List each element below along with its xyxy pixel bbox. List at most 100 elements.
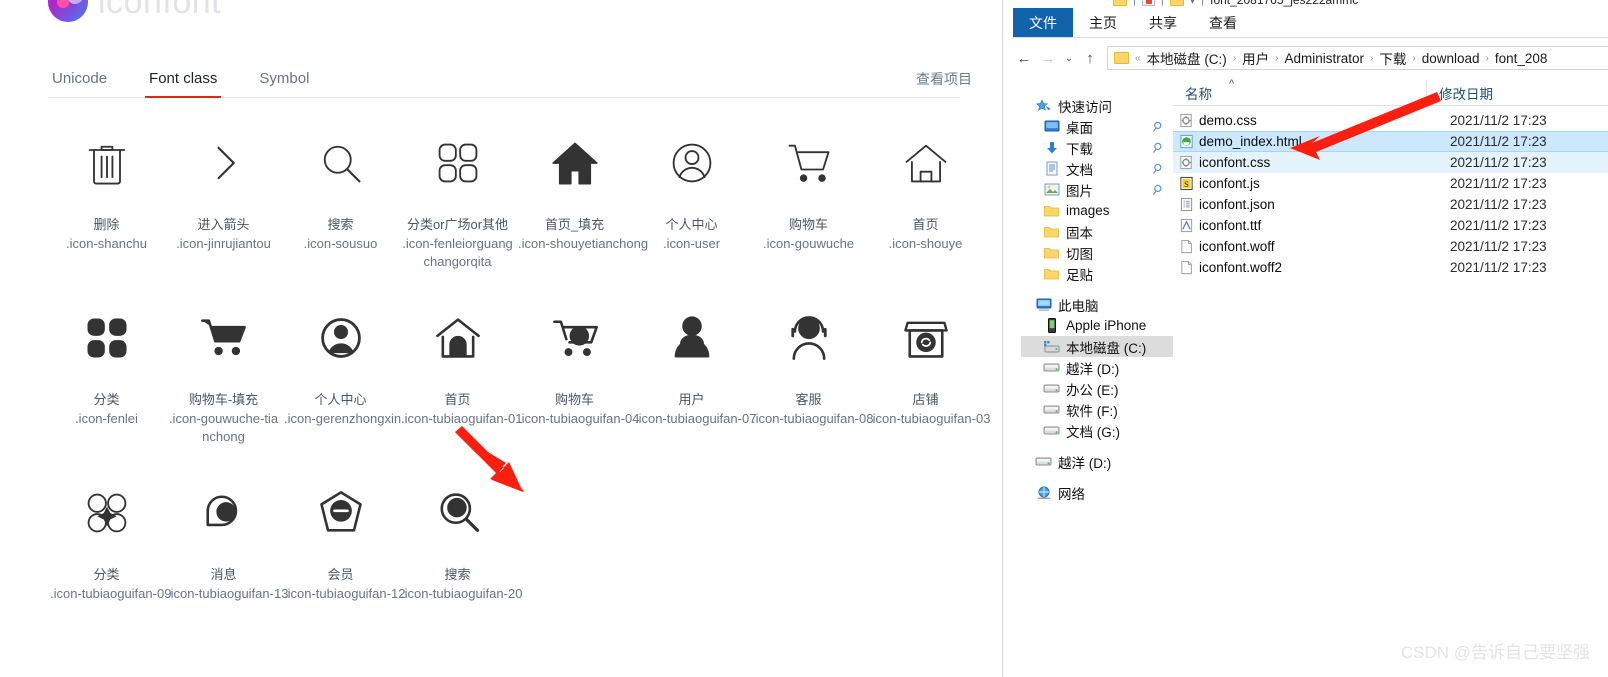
tab-font-class[interactable]: Font class (145, 70, 222, 98)
file-modified-date: 2021/11/2 17:23 (1450, 155, 1547, 170)
download-icon (1043, 140, 1060, 155)
icon-cell[interactable]: 客服 .icon-tubiaoguifan-08 (750, 287, 873, 462)
file-list: demo.css 2021/11/2 17:23 demo_index.html 20… (1173, 110, 1608, 278)
up-icon[interactable]: ↑ (1079, 47, 1101, 69)
icon-class-name[interactable]: .icon-tubiaoguifan-08 (752, 410, 873, 428)
pin-placeholder (1149, 263, 1165, 284)
pin-gap (1149, 284, 1165, 294)
icon-cell[interactable]: 首页 .icon-tubiaoguifan-01 (399, 287, 522, 462)
icon-class-name[interactable]: .icon-tubiaoguifan-09 (50, 585, 171, 603)
chevron-down-icon[interactable]: ▾ (1190, 0, 1196, 7)
icon-cell[interactable]: 会员 .icon-tubiaoguifan-12 (282, 462, 405, 637)
column-header-name[interactable]: 名称 (1173, 83, 1426, 103)
view-project-link[interactable]: 查看项目 (916, 69, 972, 89)
file-name: iconfont.ttf (1199, 218, 1262, 233)
icon-cell[interactable]: 进入箭头 .icon-jinrujiantou (165, 112, 282, 287)
back-icon[interactable]: ← (1013, 47, 1035, 69)
icon-label: 首页 (912, 217, 939, 232)
icon-cell[interactable]: 首页_填充 .icon-shouyetianchong (516, 112, 648, 287)
breadcrumb-segment[interactable]: 本地磁盘 (C:) (1147, 48, 1227, 68)
breadcrumb-chevron-icon[interactable]: › (1370, 53, 1373, 64)
file-row[interactable]: iconfont.woff 2021/11/2 17:23 (1173, 236, 1608, 257)
icon-class-name[interactable]: .icon-shouye (869, 235, 982, 253)
tab-symbol[interactable]: Symbol (255, 70, 313, 97)
ribbon-tab-home[interactable]: 主页 (1073, 8, 1133, 37)
icon-cell[interactable]: 首页 .icon-shouye (867, 112, 984, 287)
file-row[interactable]: iconfont.woff2 2021/11/2 17:23 (1173, 257, 1608, 278)
breadcrumb-chevron-icon[interactable]: › (1233, 53, 1236, 64)
icon-cell[interactable]: 搜索 .icon-sousuo (282, 112, 399, 287)
file-row[interactable]: iconfont.json 2021/11/2 17:23 (1173, 194, 1608, 215)
breadcrumb-chevron-icon[interactable]: › (1486, 53, 1489, 64)
icon-class-name[interactable]: .icon-user (635, 235, 748, 253)
address-bar[interactable]: « 本地磁盘 (C:) › 用户 › Administrator › 下载 › download… (1107, 46, 1608, 70)
icon-cell[interactable]: 用户 .icon-tubiaoguifan-07 (633, 287, 756, 462)
icon-class-name[interactable]: .icon-tubiaoguifan-20 (401, 585, 522, 603)
breadcrumb-segment[interactable]: 用户 (1242, 48, 1269, 68)
pin-gap (1149, 441, 1165, 451)
icon-class-name[interactable]: .icon-gouwuche (752, 235, 865, 253)
icon-label: 搜索 (444, 567, 471, 582)
icon-class-name[interactable]: .icon-sousuo (284, 235, 397, 253)
icon-class-name[interactable]: .icon-tubiaoguifan-04 (518, 410, 639, 428)
breadcrumb-segment[interactable]: Administrator (1285, 51, 1365, 66)
file-row[interactable]: iconfont.css 2021/11/2 17:23 (1173, 152, 1608, 173)
icon-class-name[interactable]: .icon-jinrujiantou (167, 235, 280, 253)
icon-class-name[interactable]: .icon-gerenzhongxin (284, 410, 401, 428)
icon-class-name[interactable]: .icon-fenlei (50, 410, 163, 428)
icon-cell[interactable]: 搜索 .icon-tubiaoguifan-20 (399, 462, 522, 637)
icon-cell[interactable]: 购物车 .icon-gouwuche (750, 112, 867, 287)
icon-class-name[interactable]: .icon-tubiaoguifan-03 (869, 410, 990, 428)
home-outline-icon (895, 132, 957, 194)
icon-cell[interactable]: 删除 .icon-shanchu (48, 112, 165, 287)
file-row[interactable]: demo.css 2021/11/2 17:23 (1173, 110, 1608, 131)
breadcrumb-segment[interactable]: 下载 (1379, 48, 1406, 68)
file-row[interactable]: iconfont.ttf 2021/11/2 17:23 (1173, 215, 1608, 236)
pin-placeholder (1149, 294, 1165, 315)
icon-cell[interactable]: 消息 .icon-tubiaoguifan-13 (165, 462, 288, 637)
icon-class-name[interactable]: .icon-tubiaoguifan-07 (635, 410, 756, 428)
icon-class-name[interactable]: .icon-tubiaoguifan-01 (401, 410, 522, 428)
icon-cell[interactable]: 分类 .icon-tubiaoguifan-09 (48, 462, 171, 637)
column-header-date[interactable]: 修改日期 (1426, 80, 1493, 105)
icon-cell[interactable]: 店铺 .icon-tubiaoguifan-03 (867, 287, 990, 462)
folder-icon (1114, 52, 1129, 64)
breadcrumb-segment[interactable]: download (1422, 51, 1480, 66)
icon-label: 删除 (93, 217, 120, 232)
font-file-icon (1173, 218, 1199, 233)
forward-icon[interactable]: → (1037, 47, 1059, 69)
cart-dark-icon (544, 307, 606, 369)
icon-class-name[interactable]: .icon-gouwuche-tianchong (167, 410, 280, 446)
drive-icon (1043, 381, 1060, 396)
pin-placeholder (1149, 378, 1165, 399)
file-name: iconfont.woff2 (1199, 260, 1283, 275)
iconfont-logo[interactable]: iconfont (48, 0, 221, 22)
ribbon-tab-file[interactable]: 文件 (1013, 8, 1073, 37)
icon-class-name[interactable]: .icon-shouyetianchong (518, 235, 648, 253)
icon-label: 客服 (795, 392, 822, 407)
nav-pane-item-label: 文档 (G:) (1066, 424, 1120, 440)
ribbon-tab-share[interactable]: 共享 (1133, 8, 1193, 37)
icon-cell[interactable]: 分类or广场or其他 .icon-fenleiorguangchangorqita (399, 112, 516, 287)
icon-label: 购物车 (788, 217, 828, 232)
recent-locations-chevron-down-icon[interactable]: ⌄ (1061, 47, 1077, 69)
icon-cell[interactable]: 个人中心 .icon-gerenzhongxin (282, 287, 401, 462)
breadcrumb-segment[interactable]: font_208 (1495, 51, 1548, 66)
breadcrumb-chevron-icon[interactable]: › (1275, 53, 1278, 64)
icon-cell[interactable]: 分类 .icon-fenlei (48, 287, 165, 462)
icon-cell[interactable]: 购物车-填充 .icon-gouwuche-tianchong (165, 287, 282, 462)
ribbon-tab-view[interactable]: 查看 (1193, 8, 1253, 37)
breadcrumb-chevron-icon[interactable]: › (1412, 53, 1415, 64)
file-row[interactable]: Siconfont.js 2021/11/2 17:23 (1173, 173, 1608, 194)
folder-icon (1043, 224, 1060, 239)
tab-unicode[interactable]: Unicode (48, 70, 111, 97)
icon-class-name[interactable]: .icon-shanchu (50, 235, 163, 253)
shop-store-icon (895, 307, 957, 369)
file-row[interactable]: demo_index.html 2021/11/2 17:23 (1173, 131, 1608, 152)
overflow-chevron-icon[interactable]: « (1135, 53, 1141, 64)
icon-class-name[interactable]: .icon-tubiaoguifan-13 (167, 585, 288, 603)
icon-cell[interactable]: 个人中心 .icon-user (633, 112, 750, 287)
icon-class-name[interactable]: .icon-fenleiorguangchangorqita (401, 235, 514, 271)
icon-class-name[interactable]: .icon-tubiaoguifan-12 (284, 585, 405, 603)
icon-cell[interactable]: 购物车 .icon-tubiaoguifan-04 (516, 287, 639, 462)
